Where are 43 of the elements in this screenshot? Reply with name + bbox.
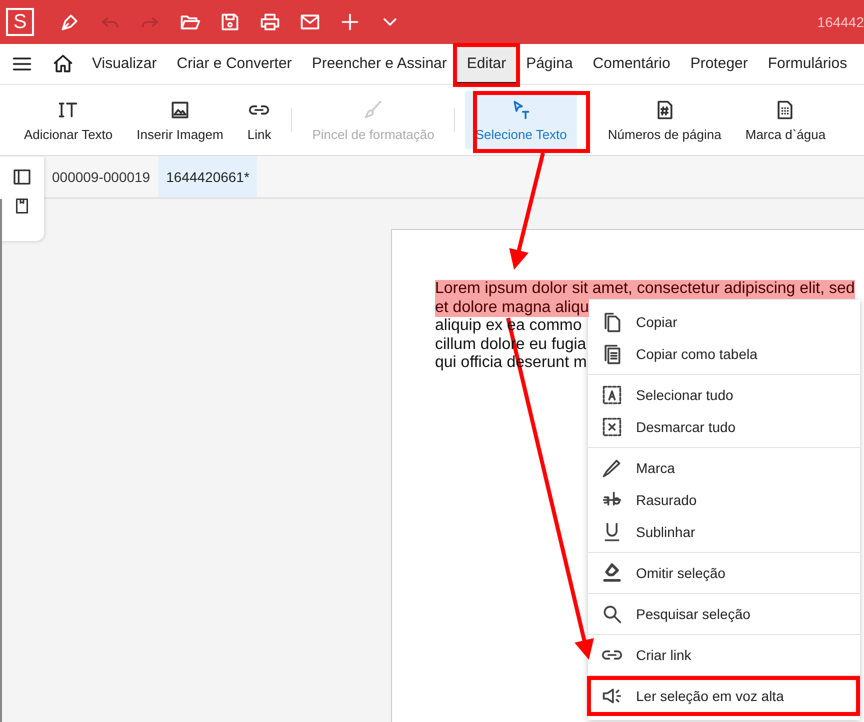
deselect-icon	[601, 416, 623, 438]
ribbon-button[interactable]: Inserir Imagem	[126, 91, 234, 149]
plus-icon	[339, 11, 361, 33]
search-icon	[601, 603, 623, 625]
save-icon	[219, 11, 241, 33]
menu-tab[interactable]: Proteger	[680, 44, 758, 84]
document-tab[interactable]: 000009-000019	[44, 156, 158, 197]
highlighter-icon	[601, 457, 623, 479]
menu-item[interactable]: Rasurado	[592, 484, 856, 516]
menu-tab[interactable]: Visualizar	[82, 44, 167, 84]
menu-tab[interactable]: Comentário	[582, 44, 680, 84]
ribbon-button[interactable]: Adicionar Texto	[14, 91, 123, 149]
menu-item[interactable]: Omitir seleção	[592, 557, 856, 589]
select-all-icon	[601, 384, 623, 406]
menu-tab[interactable]: Criar e Converter	[166, 44, 302, 84]
ribbon-button[interactable]: Números de página	[598, 91, 732, 149]
menu-item[interactable]: Pesquisar seleção	[592, 598, 856, 630]
sidebar-toggle-button[interactable]	[12, 167, 32, 187]
menu-tab[interactable]: Preencher e Assinar	[302, 44, 457, 84]
menu-item[interactable]: Ler seleção em voz alta	[592, 680, 856, 712]
bookmark-icon	[13, 197, 31, 215]
brush-icon	[362, 98, 384, 120]
document-tab[interactable]: 1644420661*	[158, 156, 258, 197]
window-title: 164442	[817, 14, 864, 30]
menu-item[interactable]: Desmarcar tudo	[592, 411, 856, 443]
bookmark-button[interactable]	[13, 197, 31, 215]
print-icon	[259, 11, 281, 33]
panel-icon	[12, 167, 32, 187]
menu-item[interactable]: Copiar como tabela	[592, 338, 856, 370]
menu-item[interactable]: Marca	[592, 452, 856, 484]
eraser-icon	[601, 562, 623, 584]
ribbon-button[interactable]: Marca d`água	[735, 91, 836, 149]
ribbon-button[interactable]: Selecione Texto	[465, 91, 577, 149]
menu-item[interactable]: Sublinhar	[592, 516, 856, 548]
menu-tab[interactable]: Página	[516, 44, 583, 84]
menu-tab[interactable]: Formulários	[758, 44, 858, 84]
home-icon	[52, 53, 74, 75]
ribbon-button[interactable]: Link	[237, 91, 282, 149]
menu-item[interactable]: Selecionar tudo	[592, 379, 856, 411]
menu-item[interactable]: Copiar	[592, 306, 856, 338]
app-logo: S	[6, 8, 34, 36]
annotation-box	[453, 43, 520, 87]
menu-item[interactable]: Criar link	[592, 639, 856, 671]
